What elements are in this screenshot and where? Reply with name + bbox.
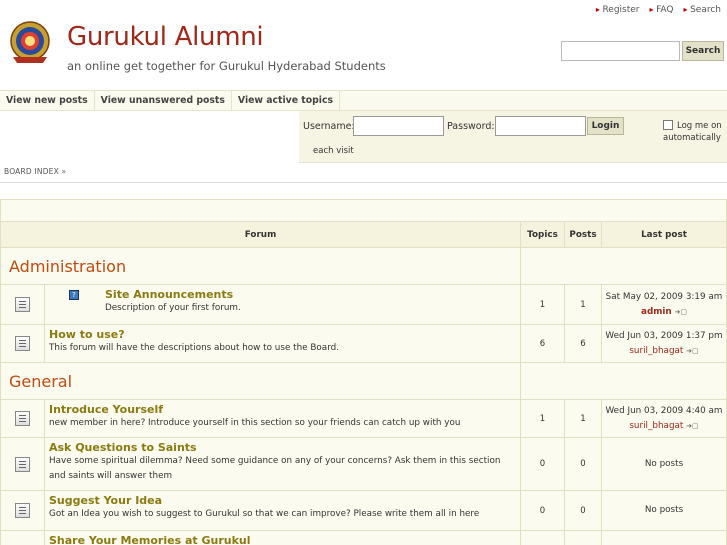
category-general: General (1, 363, 726, 400)
view-unanswered-posts-link[interactable]: View unanswered posts (95, 91, 232, 110)
help-icon: ? (69, 290, 79, 300)
topics-count: 0 (521, 438, 565, 490)
autologin-label: Log me on automatically (663, 121, 722, 143)
header-posts: Posts (565, 222, 602, 247)
site-description: an online get together for Gurukul Hyder… (67, 59, 386, 73)
last-post: No posts (602, 438, 726, 490)
view-latest-post-icon[interactable]: ➔▢ (675, 308, 687, 316)
forum-name[interactable]: Suggest Your Idea (49, 494, 516, 507)
view-latest-post-icon[interactable]: ➔▢ (686, 347, 698, 355)
last-post-user[interactable]: admin (641, 307, 672, 317)
posts-count: 6 (565, 325, 602, 362)
forum-cell: ? Site Announcements Description of your… (45, 285, 521, 324)
forum-read-icon (1, 325, 45, 362)
forum-cell: How to use? This forum will have the des… (45, 325, 521, 362)
no-posts: No posts (644, 505, 684, 515)
search-link[interactable]: Search (684, 5, 721, 15)
divider (0, 182, 727, 183)
view-latest-post-icon[interactable]: ➔▢ (686, 422, 698, 430)
forum-cell: Suggest Your Idea Got an Idea you wish t… (45, 491, 521, 530)
forum-cell: Share Your Memories at Gurukul (45, 531, 521, 545)
forum-row: Suggest Your Idea Got an Idea you wish t… (1, 491, 726, 531)
posts-count (565, 531, 602, 545)
no-posts: No posts (644, 458, 684, 469)
posts-count: 1 (565, 400, 602, 437)
username-input[interactable] (353, 116, 444, 136)
gurukul-logo[interactable] (9, 17, 51, 65)
login-button[interactable]: Login (587, 117, 624, 135)
last-post-user[interactable]: suril_bhagat (629, 421, 683, 431)
top-links: Register FAQ Search (596, 5, 721, 15)
topics-count: 6 (521, 325, 565, 362)
last-post-date: Wed Jun 03, 2009 1:37 pm (605, 330, 723, 341)
topics-count (521, 531, 565, 545)
forum-name[interactable]: Ask Questions to Saints (49, 441, 516, 454)
password-input[interactable] (495, 116, 586, 136)
header-topics: Topics (521, 222, 565, 247)
forum-read-icon (1, 531, 45, 545)
posts-count: 0 (565, 438, 602, 490)
last-post: Sat May 02, 2009 3:19 am admin ➔▢ (602, 285, 726, 324)
view-active-topics-link[interactable]: View active topics (232, 91, 340, 110)
view-new-posts-link[interactable]: View new posts (0, 91, 95, 110)
page: Gurukul Alumni an online get together fo… (0, 0, 727, 545)
table-header: Forum Topics Posts Last post (1, 222, 726, 248)
header-last-post: Last post (641, 229, 687, 240)
forum-read-icon (1, 438, 45, 490)
nav-bar: View new posts View unanswered posts Vie… (0, 90, 727, 111)
breadcrumb[interactable]: BOARD INDEX » (4, 167, 66, 176)
forum-row: Introduce Yourself new member in here? I… (1, 400, 726, 438)
faq-link[interactable]: FAQ (650, 5, 673, 15)
search-button[interactable]: Search (682, 41, 724, 61)
forum-desc: Have some spiritual dilemma? Need some g… (49, 456, 501, 481)
topics-count: 0 (521, 491, 565, 530)
forum-row: How to use? This forum will have the des… (1, 325, 726, 363)
last-post: No posts (602, 491, 726, 530)
forum-desc: This forum will have the descriptions ab… (49, 343, 340, 353)
last-post: Wed Jun 03, 2009 4:40 am suril_bhagat ➔▢ (602, 400, 726, 437)
forum-desc: Got an Idea you wish to suggest to Guruk… (49, 509, 480, 519)
header-forum: Forum (1, 222, 521, 247)
forum-read-icon (1, 400, 45, 437)
posts-count: 1 (565, 285, 602, 324)
forum-desc: new member in here? Introduce yourself i… (49, 418, 461, 428)
forum-name[interactable]: Site Announcements (49, 288, 516, 301)
register-link[interactable]: Register (596, 5, 639, 15)
posts-count: 0 (565, 491, 602, 530)
forum-row: ? Site Announcements Description of your… (1, 285, 726, 325)
forum-cell: Introduce Yourself new member in here? I… (45, 400, 521, 437)
table-top (1, 200, 726, 222)
forum-read-icon (1, 285, 45, 324)
last-post: Wed Jun 03, 2009 1:37 pm suril_bhagat ➔▢ (602, 325, 726, 362)
forum-read-icon (1, 491, 45, 530)
forum-cell: Ask Questions to Saints Have some spirit… (45, 438, 521, 490)
site-title[interactable]: Gurukul Alumni (67, 22, 264, 52)
search-input[interactable] (561, 41, 680, 61)
username-label: Username: (303, 121, 355, 132)
login-bar: Username: Password: Login Log me on auto… (299, 111, 727, 163)
last-post-date: Wed Jun 03, 2009 4:40 am (605, 405, 723, 416)
forum-table: Forum Topics Posts Last post Administrat… (0, 199, 727, 545)
topics-count: 1 (521, 285, 565, 324)
category-name[interactable]: General (1, 363, 521, 399)
forum-name[interactable]: Share Your Memories at Gurukul (49, 534, 516, 545)
autologin-label-tail: each visit (313, 146, 354, 156)
last-post-user[interactable]: suril_bhagat (629, 346, 683, 356)
last-post (602, 531, 726, 545)
category-administration: Administration (1, 248, 726, 285)
last-post-date: Sat May 02, 2009 3:19 am (605, 291, 723, 302)
forum-desc: Description of your first forum. (105, 303, 241, 313)
forum-row: Share Your Memories at Gurukul (1, 531, 726, 545)
forum-row: Ask Questions to Saints Have some spirit… (1, 438, 726, 491)
forum-name[interactable]: Introduce Yourself (49, 403, 516, 416)
category-name[interactable]: Administration (1, 248, 521, 284)
password-label: Password: (447, 121, 495, 132)
forum-name[interactable]: How to use? (49, 328, 516, 341)
topics-count: 1 (521, 400, 565, 437)
